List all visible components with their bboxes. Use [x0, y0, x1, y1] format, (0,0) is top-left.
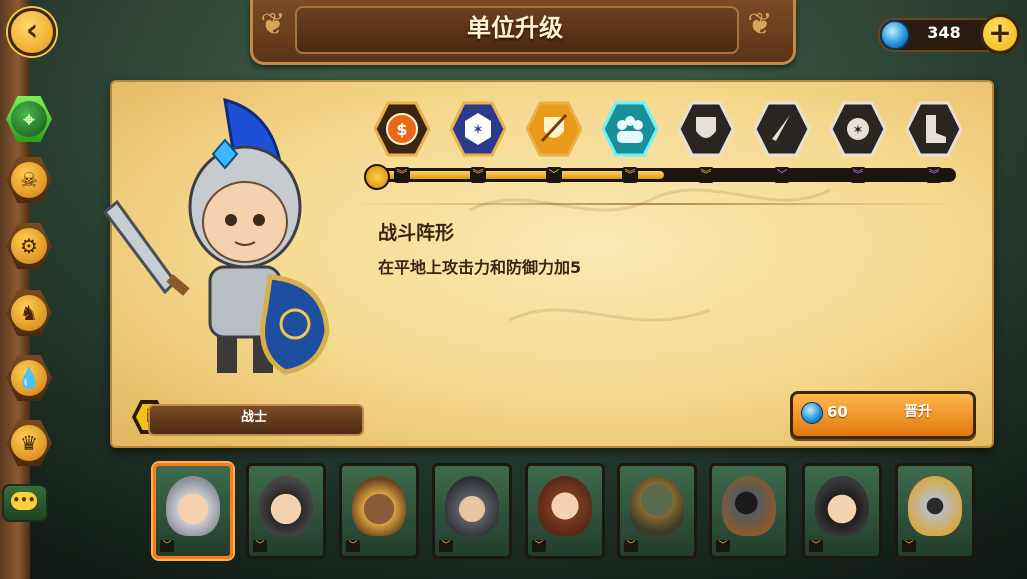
rank-chevron-icon: ﹀: [716, 540, 730, 552]
rank-chevron-icon: ﹀: [439, 540, 453, 552]
add-gems-button[interactable]: +: [980, 14, 1020, 54]
swordsman-portrait-icon: [815, 476, 869, 536]
unit-card-warrior[interactable]: ﹀: [153, 463, 233, 559]
cannon-portrait-icon: [722, 476, 776, 536]
skill-description: 在平地上攻击力和防御力加5: [378, 258, 582, 277]
rank-chevron-icon: ︾: [926, 167, 942, 183]
rank-chevron-icon: ﹀: [346, 540, 360, 552]
balloon-portrait-icon: [630, 476, 684, 536]
skill-slot-8[interactable]: [905, 101, 963, 157]
rank-chevron-icon: ﹀: [546, 167, 562, 183]
dragon-icon: ♛: [11, 425, 47, 461]
rank-chevron-icon: ︾: [622, 167, 638, 183]
plus-icon: +: [988, 16, 1012, 49]
knight-portrait-icon: [908, 476, 962, 536]
skill-name: 战斗阵形: [378, 222, 455, 244]
upgrade-button[interactable]: 60 晋升: [790, 391, 976, 439]
divider: [348, 203, 958, 205]
star-shield-skill-icon: ✶: [449, 101, 507, 157]
skill-slot-5[interactable]: [677, 101, 735, 157]
coin-skill-icon: $: [373, 101, 431, 157]
page-title: 单位升级: [467, 14, 563, 42]
hooded-assassin-portrait-icon: [445, 476, 499, 536]
warrior-portrait-icon: [166, 476, 220, 536]
barbarian-portrait-icon: [352, 476, 406, 536]
skull-icon: ☠: [11, 162, 47, 198]
gears-icon: ⚙: [11, 228, 47, 264]
gem-icon: [801, 402, 823, 424]
unit-card-barbarian[interactable]: ﹀: [339, 463, 419, 559]
gem-icon: [880, 20, 910, 50]
rank-chevron-icon: ﹀: [160, 540, 174, 552]
skill-slot-7[interactable]: ✶: [829, 101, 887, 157]
rank-chevron-icon: ︾: [850, 167, 866, 183]
shield-sword-skill-icon: [525, 101, 583, 157]
rank-chevron-icon: ︾: [470, 167, 486, 183]
rank-chevron-icon: ﹀: [253, 540, 267, 552]
unit-name: 战士: [240, 410, 267, 425]
warrior-hero-image: [102, 97, 330, 375]
blade-skill-icon: [753, 101, 811, 157]
boot-skill-icon: [905, 101, 963, 157]
rank-chevron-icon: ﹀: [774, 167, 790, 183]
gem-count: 348: [927, 23, 961, 42]
beast-head-icon: ♞: [11, 295, 47, 331]
back-arrow-icon: ‹: [25, 13, 39, 48]
scroll-ornament-icon: ❦: [747, 7, 773, 42]
skill-slot-4-selected[interactable]: [601, 101, 659, 157]
rank-chevron-icon: ﹀: [532, 540, 546, 552]
chat-bubble-icon: •••: [11, 492, 37, 510]
upgrade-cost: 60: [827, 403, 848, 421]
drop-icon: 💧: [11, 360, 47, 396]
upgrade-label: 晋升: [904, 404, 932, 420]
rank-chevron-icon: ﹀: [624, 540, 638, 552]
unit-card-cannon[interactable]: ﹀: [709, 463, 789, 559]
rank-chevron-icon: ﹀: [809, 540, 823, 552]
skill-slot-6[interactable]: [753, 101, 811, 157]
unit-card-assassin[interactable]: ﹀: [432, 463, 512, 559]
unit-card-swordswoman[interactable]: ﹀: [246, 463, 326, 559]
unit-card-knight[interactable]: ﹀: [895, 463, 975, 559]
unit-card-balloon[interactable]: ﹀: [617, 463, 697, 559]
rank-chevron-icon: ︾: [394, 167, 410, 183]
skill-progress-fill: [376, 171, 664, 179]
unit-card-swordsman[interactable]: ﹀: [802, 463, 882, 559]
swordswoman-portrait-icon: [259, 476, 313, 536]
rank-chevron-icon: ﹀: [902, 540, 916, 552]
unit-card-priestess[interactable]: ﹀: [525, 463, 605, 559]
chat-button[interactable]: •••: [2, 484, 48, 522]
progress-start-knob: [364, 164, 390, 190]
skill-slot-1[interactable]: $: [373, 101, 431, 157]
back-button[interactable]: ‹: [8, 8, 56, 56]
formation-skill-icon: [601, 101, 659, 157]
skill-slot-3[interactable]: [525, 101, 583, 157]
priestess-portrait-icon: [538, 476, 592, 536]
svg-text:$: $: [396, 120, 407, 139]
target-emblem-icon: ⌖: [11, 101, 47, 137]
armor-skill-icon: [677, 101, 735, 157]
skill-slot-2[interactable]: ✶: [449, 101, 507, 157]
spiked-skill-icon: ✶: [829, 101, 887, 157]
svg-text:✶: ✶: [472, 122, 484, 138]
svg-text:✶: ✶: [853, 123, 864, 138]
rank-chevron-icon: ︾: [698, 167, 714, 183]
scroll-ornament-icon: ❦: [260, 7, 286, 42]
